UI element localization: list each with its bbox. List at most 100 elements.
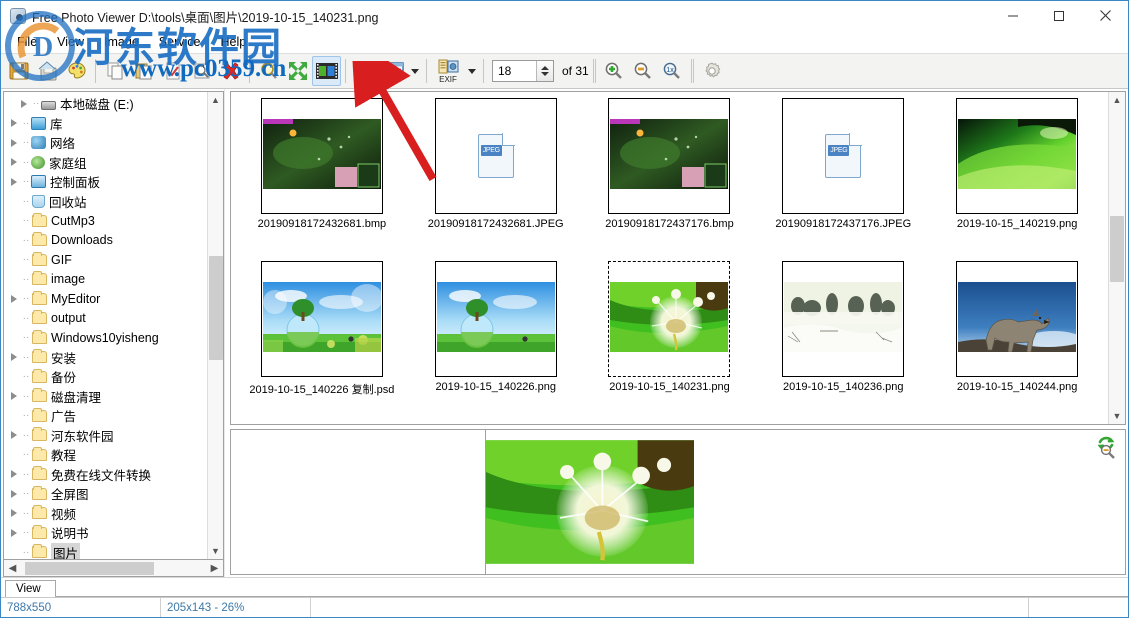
tree-item-5[interactable]: ··回收站 <box>4 192 207 212</box>
tree-item-18[interactable]: ··教程 <box>4 445 207 465</box>
tab-view[interactable]: View <box>5 580 56 597</box>
thumbnail-item[interactable]: JPEG20190918172432681.JPEG <box>409 98 583 261</box>
chevron-right-icon[interactable] <box>6 505 21 521</box>
tree-scroll-right-icon[interactable]: ▶ <box>206 561 223 576</box>
tree-scroll-up-icon[interactable]: ▲ <box>208 92 224 108</box>
tree-scroll-track[interactable] <box>208 108 224 543</box>
tree-item-1[interactable]: ··库 <box>4 114 207 134</box>
tree-item-7[interactable]: ··Downloads <box>4 231 207 251</box>
fit-arrows-icon[interactable] <box>283 56 312 86</box>
tree-scroll-down-icon[interactable]: ▼ <box>208 543 224 559</box>
chevron-right-icon[interactable] <box>6 388 21 404</box>
thumbnails-grid-icon[interactable] <box>379 56 408 86</box>
thumbnail-item[interactable]: 20190918172432681.bmp <box>235 98 409 261</box>
magnifier-page-icon[interactable] <box>187 56 216 86</box>
thumbnail-frame[interactable]: JPEG <box>435 98 557 214</box>
thumbnail-item[interactable]: 2019-10-15_140231.png <box>583 261 757 424</box>
paste-icon[interactable] <box>129 56 158 86</box>
thumbnail-frame[interactable]: JPEG <box>782 98 904 214</box>
thumbnail-frame[interactable] <box>956 98 1078 214</box>
thumbnail-item[interactable]: 20190918172437176.bmp <box>583 98 757 261</box>
chevron-right-icon[interactable] <box>16 96 31 112</box>
refresh-zoom-icon[interactable] <box>1093 434 1119 460</box>
exif-chevron-down-icon[interactable] <box>465 57 479 85</box>
chevron-right-icon[interactable] <box>6 466 21 482</box>
tree-item-6[interactable]: ··CutMp3 <box>4 211 207 231</box>
tree-item-11[interactable]: ··output <box>4 309 207 329</box>
folder-up-icon[interactable] <box>350 56 379 86</box>
tree-item-9[interactable]: ··image <box>4 270 207 290</box>
folder-tree[interactable]: ··本地磁盘 (E:)··库··网络··家庭组··控制面板··回收站··CutM… <box>4 92 207 559</box>
tree-item-23[interactable]: ··图片 <box>4 543 207 560</box>
tree-item-4[interactable]: ··控制面板 <box>4 172 207 192</box>
red-cross-icon[interactable] <box>216 56 245 86</box>
thumbnail-frame[interactable] <box>956 261 1078 377</box>
exif-icon[interactable]: EXIF <box>431 55 465 87</box>
thumbnail-frame[interactable] <box>435 261 557 377</box>
tree-item-16[interactable]: ··广告 <box>4 406 207 426</box>
copy-icon[interactable] <box>100 56 129 86</box>
thumbnail-frame[interactable] <box>261 98 383 214</box>
chevron-right-icon[interactable] <box>6 291 21 307</box>
palette-icon[interactable] <box>62 56 91 86</box>
tree-horizontal-scrollbar[interactable]: ◀ ▶ <box>3 560 224 577</box>
tree-hscroll-track[interactable] <box>21 561 206 576</box>
gear-icon[interactable] <box>698 56 727 86</box>
chevron-right-icon[interactable] <box>6 135 21 151</box>
view-mode-chevron-down-icon[interactable] <box>408 57 422 85</box>
tree-item-22[interactable]: ··说明书 <box>4 523 207 543</box>
thumbnail-item[interactable]: 2019-10-15_140244.png <box>930 261 1104 424</box>
tree-item-2[interactable]: ··网络 <box>4 133 207 153</box>
thumbs-scroll-up-icon[interactable]: ▲ <box>1109 92 1125 108</box>
chevron-right-icon[interactable] <box>6 154 21 170</box>
thumbnail-grid[interactable]: 20190918172432681.bmpJPEG201909181724326… <box>231 92 1108 424</box>
thumbnail-frame[interactable] <box>608 98 730 214</box>
chevron-right-icon[interactable] <box>6 115 21 131</box>
checked-page-icon[interactable] <box>158 56 187 86</box>
tree-item-19[interactable]: ··免费在线文件转换 <box>4 465 207 485</box>
chevron-right-icon[interactable] <box>6 486 21 502</box>
magnifier-icon[interactable] <box>254 56 283 86</box>
thumbnail-frame[interactable] <box>261 261 383 377</box>
maximize-button[interactable] <box>1036 1 1082 30</box>
menu-view[interactable]: View <box>47 33 94 51</box>
thumbs-scroll-down-icon[interactable]: ▼ <box>1109 408 1125 424</box>
thumbnail-frame[interactable] <box>782 261 904 377</box>
tree-item-13[interactable]: ··安装 <box>4 348 207 368</box>
tree-item-14[interactable]: ··备份 <box>4 367 207 387</box>
tree-item-8[interactable]: ··GIF <box>4 250 207 270</box>
magnifier-1x-icon[interactable]: 1x <box>658 56 687 86</box>
minimize-button[interactable] <box>990 1 1036 30</box>
tree-item-10[interactable]: ··MyEditor <box>4 289 207 309</box>
thumbs-scroll-thumb[interactable] <box>1110 216 1124 282</box>
tree-item-0[interactable]: ··本地磁盘 (E:) <box>4 94 207 114</box>
tree-scroll-thumb[interactable] <box>209 256 223 360</box>
stepper-arrows[interactable] <box>536 61 553 81</box>
magnifier-minus-icon[interactable] <box>629 56 658 86</box>
menu-image[interactable]: Image <box>94 33 149 51</box>
thumbnail-item[interactable]: 2019-10-15_140219.png <box>930 98 1104 261</box>
filmstrip-icon[interactable] <box>312 56 341 86</box>
tree-item-17[interactable]: ··河东软件园 <box>4 426 207 446</box>
chevron-right-icon[interactable] <box>6 349 21 365</box>
tree-item-21[interactable]: ··视频 <box>4 504 207 524</box>
menu-service[interactable]: Service <box>149 33 211 51</box>
thumbs-scroll-track[interactable] <box>1109 108 1125 408</box>
thumbnail-item[interactable]: 2019-10-15_140226.png <box>409 261 583 424</box>
thumbnail-frame[interactable] <box>608 261 730 377</box>
image-index-stepper[interactable]: 18 <box>492 60 554 82</box>
thumbs-vertical-scrollbar[interactable]: ▲ ▼ <box>1108 92 1125 424</box>
tree-item-12[interactable]: ··Windows10yisheng <box>4 328 207 348</box>
tree-item-20[interactable]: ··全屏图 <box>4 484 207 504</box>
menu-help[interactable]: Help <box>210 33 256 51</box>
tree-item-15[interactable]: ··磁盘清理 <box>4 387 207 407</box>
tree-vertical-scrollbar[interactable]: ▲ ▼ <box>207 92 223 559</box>
chevron-right-icon[interactable] <box>6 427 21 443</box>
tree-scroll-left-icon[interactable]: ◀ <box>4 561 21 576</box>
tree-item-3[interactable]: ··家庭组 <box>4 153 207 173</box>
thumbnail-item[interactable]: JPEG20190918172437176.JPEG <box>756 98 930 261</box>
tree-hscroll-thumb[interactable] <box>25 562 155 575</box>
thumbnail-item[interactable]: 2019-10-15_140236.png <box>756 261 930 424</box>
save-button[interactable] <box>4 56 33 86</box>
save-as-icon[interactable] <box>33 56 62 86</box>
